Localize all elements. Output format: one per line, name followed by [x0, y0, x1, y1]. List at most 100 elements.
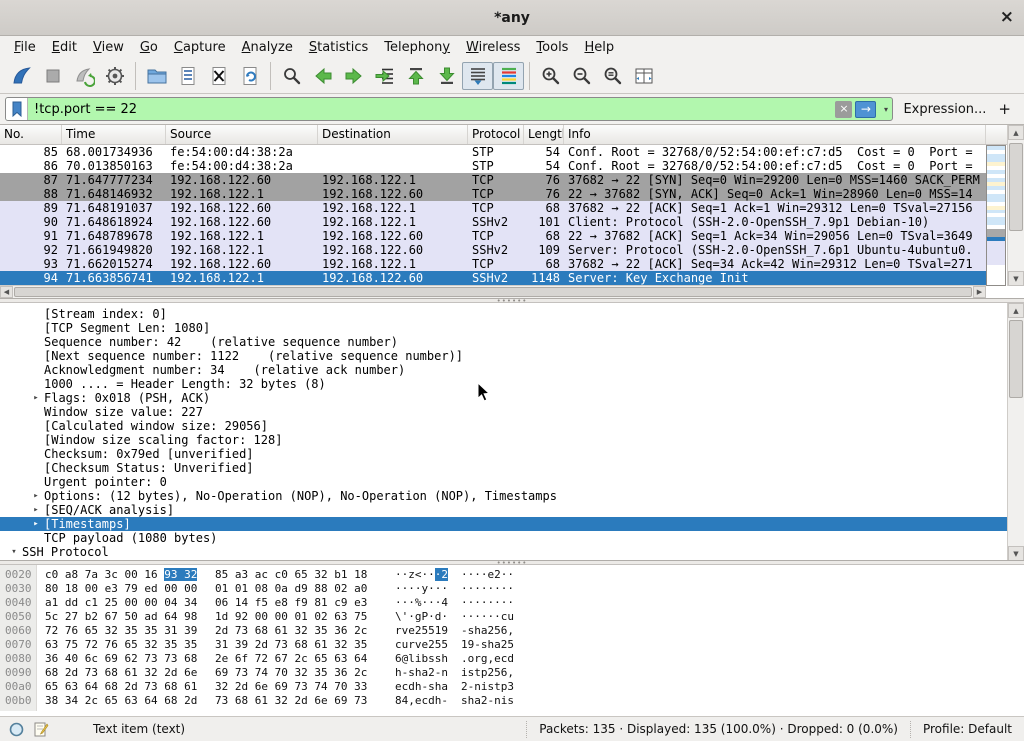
start-capture-button[interactable] [6, 62, 37, 90]
packet-row-89[interactable]: 8971.648191037192.168.122.60192.168.122.… [0, 201, 986, 215]
menu-capture[interactable]: Capture [166, 38, 234, 57]
reload-file-button[interactable] [234, 62, 265, 90]
packet-list-vscrollbar[interactable]: ▲ ▼ [1007, 125, 1024, 286]
detail-line[interactable]: [Stream index: 0] [0, 307, 1007, 321]
scroll-up-icon[interactable]: ▲ [1008, 125, 1024, 140]
resize-columns-button[interactable] [628, 62, 659, 90]
packet-list-hscrollbar[interactable]: ◀ ▶ [0, 285, 986, 298]
scroll-up-icon[interactable]: ▲ [1008, 303, 1024, 318]
display-filter-input[interactable] [28, 102, 835, 117]
menu-tools[interactable]: Tools [528, 38, 576, 57]
expand-icon[interactable]: ▸ [28, 517, 44, 531]
colorize-button[interactable] [493, 62, 524, 90]
scroll-down-icon[interactable]: ▼ [1008, 271, 1024, 286]
hex-row-0080[interactable]: 008036 40 6c 69 62 73 73 682e 6f 72 67 2… [0, 652, 1024, 666]
packet-row-90[interactable]: 9071.648618924192.168.122.60192.168.122.… [0, 215, 986, 229]
details-vscroll-thumb[interactable] [1009, 320, 1023, 398]
column-header-protocol[interactable]: Protocol [468, 125, 524, 144]
detail-line[interactable]: ▸Flags: 0x018 (PSH, ACK) [0, 391, 1007, 405]
restart-capture-button[interactable] [68, 62, 99, 90]
packet-row-85[interactable]: 8568.001734936fe:54:00:d4:38:2aSTP54Conf… [0, 145, 986, 159]
expand-icon[interactable]: ▸ [28, 489, 44, 503]
detail-line[interactable]: 1000 .... = Header Length: 32 bytes (8) [0, 377, 1007, 391]
detail-line[interactable]: [Next sequence number: 1122 (relative se… [0, 349, 1007, 363]
detail-line[interactable]: [Checksum Status: Unverified] [0, 461, 1007, 475]
packet-row-88[interactable]: 8871.648146932192.168.122.1192.168.122.6… [0, 187, 986, 201]
hex-row-0020[interactable]: 0020c0 a8 7a 3c 00 16 93 3285 a3 ac c0 6… [0, 568, 1024, 582]
filter-clear-button[interactable]: × [835, 101, 852, 118]
hex-row-0040[interactable]: 0040a1 dd c1 25 00 00 04 3406 14 f5 e8 f… [0, 596, 1024, 610]
capture-options-button[interactable] [99, 62, 130, 90]
find-packet-button[interactable] [276, 62, 307, 90]
filter-dropdown-button[interactable]: ▾ [879, 98, 892, 120]
menu-analyze[interactable]: Analyze [234, 38, 301, 57]
save-file-button[interactable] [172, 62, 203, 90]
detail-line[interactable]: ▸[SEQ/ACK analysis] [0, 503, 1007, 517]
detail-line[interactable]: TCP payload (1080 bytes) [0, 531, 1007, 545]
filter-bookmark-button[interactable] [6, 98, 28, 120]
go-to-packet-button[interactable] [369, 62, 400, 90]
menu-go[interactable]: Go [132, 38, 166, 57]
menu-wireless[interactable]: Wireless [458, 38, 528, 57]
close-window-button[interactable]: × [1000, 7, 1014, 27]
zoom-original-button[interactable] [597, 62, 628, 90]
packet-row-93[interactable]: 9371.662015274192.168.122.60192.168.122.… [0, 257, 986, 271]
detail-line[interactable]: [TCP Segment Len: 1080] [0, 321, 1007, 335]
hex-row-0050[interactable]: 00505c 27 b2 67 50 ad 64 981d 92 00 00 0… [0, 610, 1024, 624]
detail-line[interactable]: Checksum: 0x79ed [unverified] [0, 447, 1007, 461]
stop-capture-button[interactable] [37, 62, 68, 90]
scroll-down-icon[interactable]: ▼ [1008, 546, 1024, 561]
expert-info-button[interactable] [8, 721, 25, 738]
detail-line[interactable]: Urgent pointer: 0 [0, 475, 1007, 489]
packet-row-92[interactable]: 9271.661949820192.168.122.1192.168.122.6… [0, 243, 986, 257]
packet-row-87[interactable]: 8771.647777234192.168.122.60192.168.122.… [0, 173, 986, 187]
zoom-out-button[interactable] [566, 62, 597, 90]
detail-line[interactable]: [Window size scaling factor: 128] [0, 433, 1007, 447]
display-filter-field[interactable]: × → ▾ [5, 97, 893, 121]
column-header-length[interactable]: Length [524, 125, 564, 144]
hex-row-00a0[interactable]: 00a065 63 64 68 2d 73 68 6132 2d 6e 69 7… [0, 680, 1024, 694]
hex-row-0090[interactable]: 009068 2d 73 68 61 32 2d 6e69 73 74 70 3… [0, 666, 1024, 680]
column-header-destination[interactable]: Destination [318, 125, 468, 144]
column-header-no[interactable]: No. [0, 125, 62, 144]
go-back-button[interactable] [307, 62, 338, 90]
capture-comment-button[interactable] [33, 721, 49, 738]
detail-line[interactable]: Acknowledgment number: 34 (relative ack … [0, 363, 1007, 377]
hex-row-0030[interactable]: 003080 18 00 e3 79 ed 00 0001 01 08 0a d… [0, 582, 1024, 596]
title-bar[interactable]: *any × [0, 0, 1024, 36]
details-vscrollbar[interactable]: ▲ ▼ [1007, 303, 1024, 561]
expression-button[interactable]: Expression... [893, 102, 996, 117]
column-header-time[interactable]: Time [62, 125, 166, 144]
menu-telephony[interactable]: Telephony [376, 38, 458, 57]
menu-file[interactable]: File [6, 38, 44, 57]
expand-icon[interactable]: ▸ [28, 391, 44, 405]
detail-line[interactable]: ▸[Timestamps] [0, 517, 1007, 531]
detail-line[interactable]: [Calculated window size: 29056] [0, 419, 1007, 433]
hex-row-0060[interactable]: 006072 76 65 32 35 35 31 392d 73 68 61 3… [0, 624, 1024, 638]
menu-edit[interactable]: Edit [44, 38, 85, 57]
open-file-button[interactable] [141, 62, 172, 90]
packet-row-94[interactable]: 9471.663856741192.168.122.1192.168.122.6… [0, 271, 986, 285]
close-file-button[interactable] [203, 62, 234, 90]
detail-line[interactable]: Window size value: 227 [0, 405, 1007, 419]
detail-line[interactable]: ▾SSH Protocol [0, 545, 1007, 559]
column-header-source[interactable]: Source [166, 125, 318, 144]
go-last-button[interactable] [431, 62, 462, 90]
packet-list-vscroll-thumb[interactable] [1009, 143, 1023, 231]
detail-line[interactable]: Sequence number: 42 (relative sequence n… [0, 335, 1007, 349]
zoom-in-button[interactable] [535, 62, 566, 90]
packet-list-minimap-scrollbar[interactable] [986, 145, 1006, 286]
packet-row-91[interactable]: 9171.648789678192.168.122.1192.168.122.6… [0, 229, 986, 243]
packet-row-86[interactable]: 8670.013850163fe:54:00:d4:38:2aSTP54Conf… [0, 159, 986, 173]
scroll-left-icon[interactable]: ◀ [0, 286, 13, 298]
expand-icon[interactable]: ▸ [19, 559, 35, 560]
hex-row-00b0[interactable]: 00b038 34 2c 65 63 64 68 2d73 68 61 32 2… [0, 694, 1024, 708]
detail-line[interactable]: ▸Options: (12 bytes), No-Operation (NOP)… [0, 489, 1007, 503]
go-first-button[interactable] [400, 62, 431, 90]
filter-apply-button[interactable]: → [855, 101, 876, 118]
menu-help[interactable]: Help [576, 38, 622, 57]
collapse-icon[interactable]: ▾ [6, 545, 22, 559]
scroll-right-icon[interactable]: ▶ [973, 286, 986, 298]
go-forward-button[interactable] [338, 62, 369, 90]
expand-icon[interactable]: ▸ [28, 503, 44, 517]
